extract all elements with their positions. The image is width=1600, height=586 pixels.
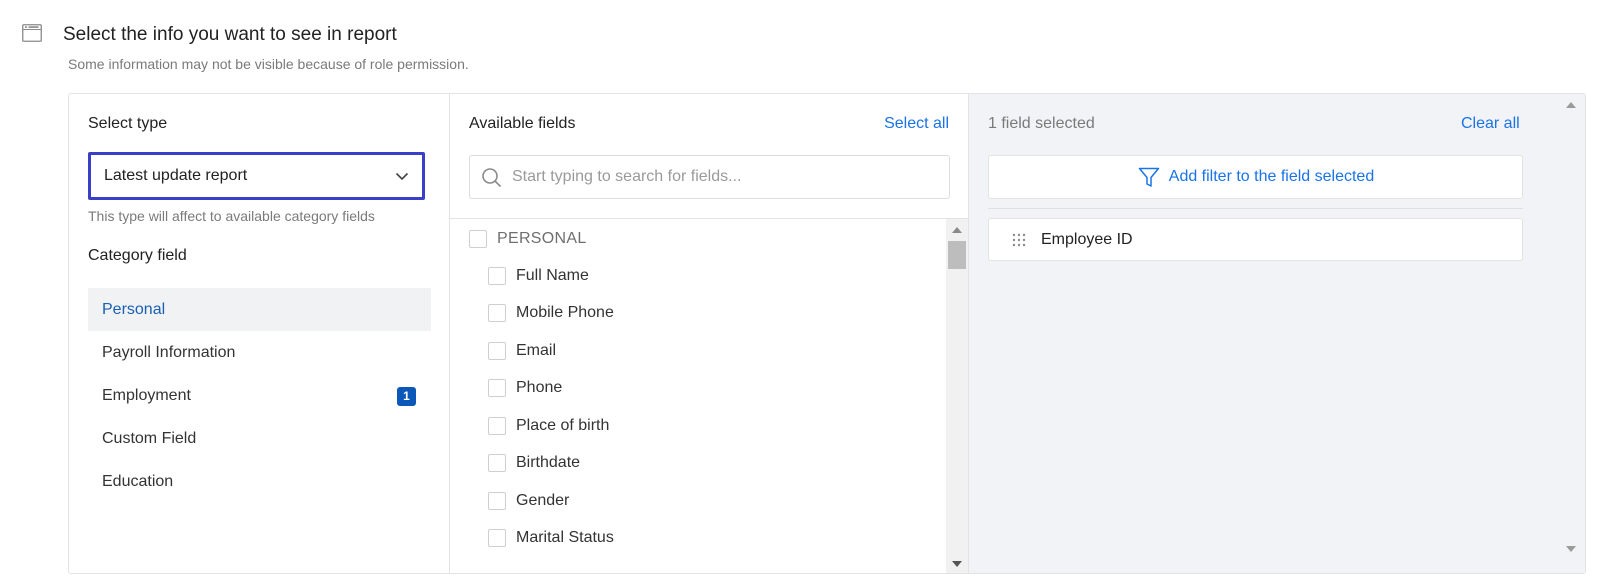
field-label: Full Name bbox=[516, 267, 589, 284]
type-category-column: Select type Latest update report This ty… bbox=[69, 94, 450, 573]
field-row[interactable]: Mobile Phone bbox=[488, 301, 614, 325]
count-badge: 1 bbox=[397, 387, 416, 406]
clear-all-link[interactable]: Clear all bbox=[1461, 115, 1520, 133]
selected-count: 1 field selected bbox=[988, 115, 1095, 132]
available-fields-title: Available fields bbox=[469, 115, 576, 132]
field-label: Marital Status bbox=[516, 529, 614, 546]
field-label: Email bbox=[516, 342, 557, 359]
category-item-employment[interactable]: Employment 1 bbox=[88, 374, 431, 417]
drag-handle-icon[interactable] bbox=[1011, 232, 1027, 248]
field-search-box bbox=[469, 155, 950, 199]
field-checkbox[interactable] bbox=[488, 417, 506, 435]
group-label: PERSONAL bbox=[497, 230, 587, 247]
field-checkbox[interactable] bbox=[488, 529, 506, 547]
field-label: Gender bbox=[516, 492, 570, 509]
field-checkbox[interactable] bbox=[488, 267, 506, 285]
panel-scrollbar[interactable] bbox=[1556, 93, 1584, 574]
field-label: Phone bbox=[516, 379, 563, 396]
selected-field-label: Employee ID bbox=[1041, 231, 1133, 248]
field-label: Place of birth bbox=[516, 417, 610, 434]
field-checkbox[interactable] bbox=[488, 379, 506, 397]
chevron-down-icon bbox=[395, 172, 409, 181]
selected-field-item[interactable]: Employee ID bbox=[988, 218, 1523, 261]
selected-fields-column: 1 field selected Clear all Add filter to… bbox=[969, 94, 1585, 573]
category-item-education[interactable]: Education bbox=[88, 460, 431, 503]
scroll-down-arrow-icon[interactable] bbox=[1566, 546, 1576, 552]
add-filter-button[interactable]: Add filter to the field selected bbox=[988, 155, 1523, 199]
report-fields-panel: Select type Latest update report This ty… bbox=[68, 93, 1586, 574]
field-row[interactable]: Phone bbox=[488, 376, 562, 400]
category-field-label: Category field bbox=[88, 247, 187, 264]
available-fields-column: Available fields Select all PERSONAL Ful… bbox=[450, 94, 969, 573]
category-item-custom-field[interactable]: Custom Field bbox=[88, 417, 431, 460]
field-label: Birthdate bbox=[516, 454, 581, 471]
field-list: PERSONAL Full Name Mobile Phone Email Ph… bbox=[450, 219, 946, 573]
category-list: Personal Payroll Information Employment … bbox=[88, 288, 431, 503]
field-row[interactable]: Place of birth bbox=[488, 414, 609, 438]
scroll-down-arrow-icon[interactable] bbox=[952, 561, 962, 567]
category-item-personal[interactable]: Personal bbox=[88, 288, 431, 331]
filter-icon bbox=[1138, 167, 1160, 187]
category-item-label: Custom Field bbox=[102, 430, 197, 447]
divider bbox=[988, 208, 1523, 209]
category-item-payroll-information[interactable]: Payroll Information bbox=[88, 331, 431, 374]
section-title: Select the info you want to see in repor… bbox=[63, 24, 397, 45]
window-icon bbox=[22, 24, 42, 42]
field-checkbox[interactable] bbox=[488, 492, 506, 510]
section-subtitle: Some information may not be visible beca… bbox=[68, 56, 469, 72]
select-all-link[interactable]: Select all bbox=[884, 115, 949, 133]
field-row[interactable]: Marital Status bbox=[488, 526, 614, 550]
group-checkbox[interactable] bbox=[469, 230, 487, 248]
type-hint: This type will affect to available categ… bbox=[88, 208, 375, 224]
field-row[interactable]: Full Name bbox=[488, 264, 589, 288]
scroll-up-arrow-icon[interactable] bbox=[1566, 102, 1576, 108]
field-checkbox[interactable] bbox=[488, 304, 506, 322]
field-row[interactable]: Gender bbox=[488, 489, 569, 513]
field-checkbox[interactable] bbox=[488, 342, 506, 360]
search-icon bbox=[482, 168, 502, 188]
field-row[interactable]: Birthdate bbox=[488, 451, 580, 475]
report-type-value: Latest update report bbox=[104, 167, 248, 184]
select-type-label: Select type bbox=[88, 115, 168, 132]
category-item-label: Education bbox=[102, 473, 174, 490]
category-item-label: Personal bbox=[102, 301, 166, 318]
group-row-personal[interactable]: PERSONAL bbox=[469, 227, 587, 251]
add-filter-label: Add filter to the field selected bbox=[1168, 168, 1375, 185]
category-item-label: Payroll Information bbox=[102, 344, 236, 361]
field-checkbox[interactable] bbox=[488, 454, 506, 472]
field-label: Mobile Phone bbox=[516, 304, 614, 321]
scroll-up-arrow-icon[interactable] bbox=[952, 227, 962, 233]
category-item-label: Employment bbox=[102, 387, 191, 404]
field-row[interactable]: Email bbox=[488, 339, 556, 363]
report-type-select[interactable]: Latest update report bbox=[88, 152, 425, 200]
field-list-scrollbar[interactable] bbox=[946, 219, 968, 573]
field-search-input[interactable] bbox=[512, 156, 942, 198]
scrollbar-thumb[interactable] bbox=[948, 241, 966, 269]
